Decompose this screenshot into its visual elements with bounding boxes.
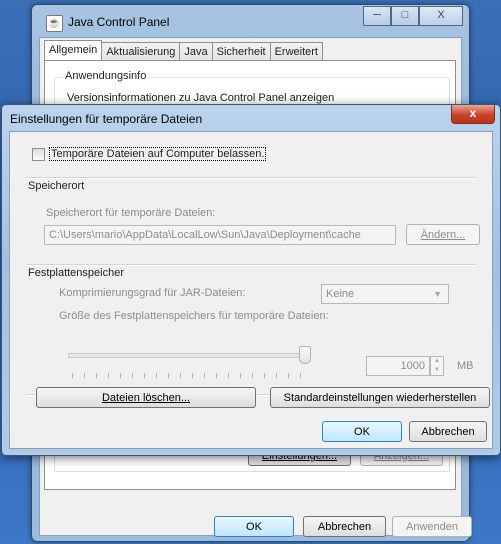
separator xyxy=(26,177,476,179)
temp-files-dialog: Einstellungen für temporäre Dateien x Te… xyxy=(1,104,501,456)
window-title: Java Control Panel xyxy=(68,15,170,29)
tab-bar: Allgemein Aktualisierung Java Sicherheit… xyxy=(44,40,323,62)
location-path-field[interactable]: C:\Users\mario\AppData\LocalLow\Sun\Java… xyxy=(44,225,396,245)
separator xyxy=(26,264,476,266)
keep-files-label[interactable]: Temporäre Dateien auf Computer belassen. xyxy=(49,147,267,161)
window-controls: ─ □ X xyxy=(363,6,463,26)
tab-aktualisierung[interactable]: Aktualisierung xyxy=(101,42,181,62)
dialog-cancel-button[interactable]: Abbrechen xyxy=(409,421,487,442)
java-icon: ☕ xyxy=(46,15,63,32)
size-slider-track[interactable] xyxy=(68,353,310,358)
restore-defaults-button[interactable]: Standardeinstellungen wiederherstellen xyxy=(270,387,490,408)
close-button[interactable]: X xyxy=(419,6,463,26)
disk-section-title: Festplattenspeicher xyxy=(28,267,124,279)
size-slider-thumb[interactable] xyxy=(299,346,311,364)
size-unit: MB xyxy=(457,360,474,372)
location-section-title: Speicherort xyxy=(28,180,85,192)
group-text: Versionsinformationen zu Java Control Pa… xyxy=(67,92,335,104)
group-title: Anwendungsinfo xyxy=(63,70,149,82)
keep-files-row: Temporäre Dateien auf Computer belassen. xyxy=(32,147,267,161)
dialog-close-button[interactable]: x xyxy=(451,105,495,124)
size-label: Größe des Festplattenspeichers für tempo… xyxy=(59,310,329,322)
tab-sicherheit[interactable]: Sicherheit xyxy=(211,42,271,62)
ok-button[interactable]: OK xyxy=(214,516,294,537)
delete-files-button[interactable]: Dateien löschen... xyxy=(36,387,256,408)
keep-files-checkbox[interactable] xyxy=(32,147,45,161)
location-label: Speicherort für temporäre Dateien: xyxy=(46,207,216,219)
maximize-button[interactable]: □ xyxy=(391,6,419,26)
dialog-title: Einstellungen für temporäre Dateien xyxy=(10,112,203,126)
size-spinner[interactable]: ▲ ▼ xyxy=(430,356,444,376)
cancel-button[interactable]: Abbrechen xyxy=(303,516,386,537)
dialog-client: Temporäre Dateien auf Computer belassen.… xyxy=(9,131,493,449)
change-location-label: Ändern... xyxy=(420,229,466,241)
slider-ticks xyxy=(72,373,312,378)
minimize-button[interactable]: ─ xyxy=(363,6,391,26)
compression-label: Komprimierungsgrad für JAR-Dateien: xyxy=(59,287,246,299)
change-location-button[interactable]: Ändern... xyxy=(406,224,480,245)
size-value-input[interactable]: 1000 xyxy=(366,356,430,376)
apply-button[interactable]: Anwenden xyxy=(392,516,472,537)
tab-erweitert[interactable]: Erweitert xyxy=(269,42,323,62)
compression-value: Keine xyxy=(326,288,355,300)
dialog-ok-button[interactable]: OK xyxy=(322,421,402,442)
tab-java[interactable]: Java xyxy=(179,42,213,62)
chevron-down-icon: ▼ xyxy=(433,289,442,299)
compression-select[interactable]: Keine ▼ xyxy=(321,284,449,304)
delete-files-label: Dateien löschen... xyxy=(101,392,191,404)
tab-allgemein[interactable]: Allgemein xyxy=(44,40,103,62)
